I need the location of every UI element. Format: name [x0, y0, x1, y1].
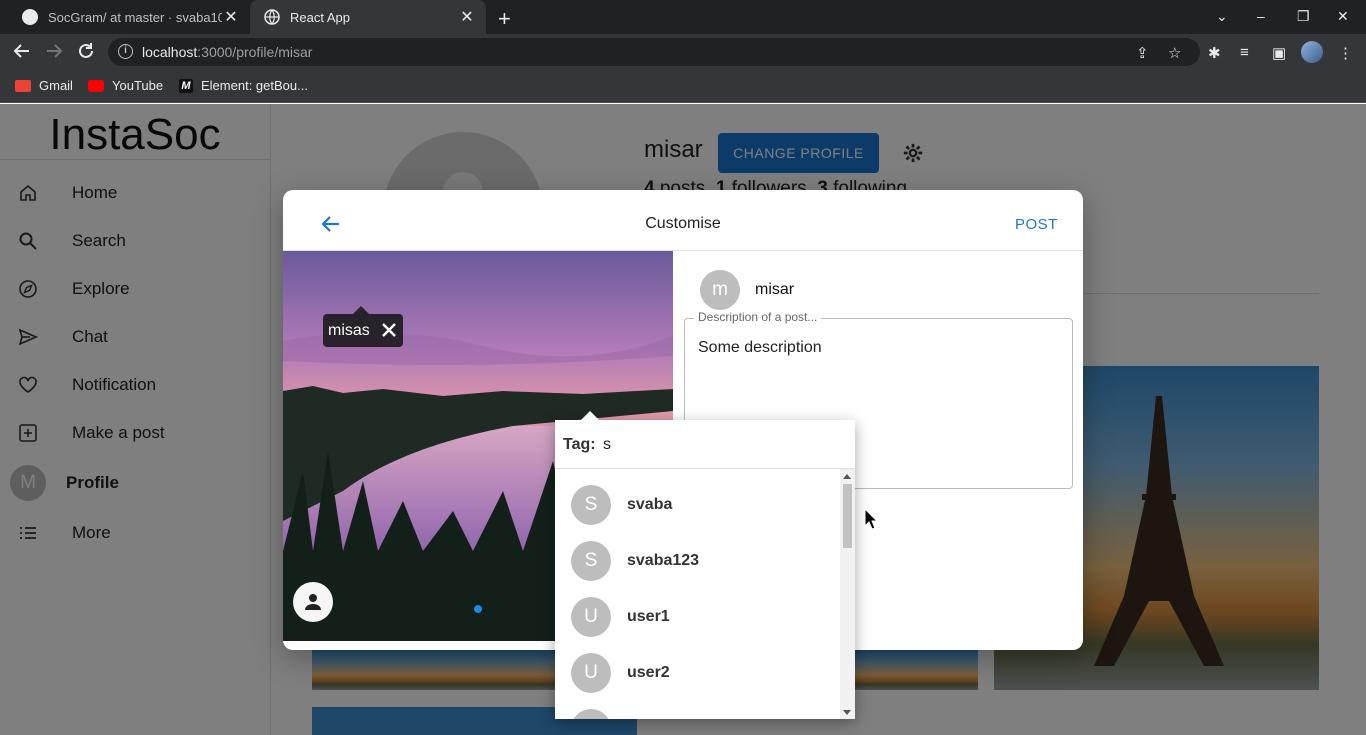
tab-search-icon[interactable]: ⌄ [1216, 8, 1228, 25]
username: misar [755, 281, 795, 298]
chrome-menu-icon[interactable]: ⋮ [1338, 44, 1353, 62]
bookmark-gmail[interactable]: Gmail [15, 78, 73, 93]
avatar: S [571, 541, 611, 581]
result-username: user2 [627, 664, 670, 681]
user-tag-chip[interactable]: misas [323, 306, 403, 347]
list-item[interactable]: S svaba [555, 477, 840, 533]
github-favicon-icon [22, 9, 38, 25]
result-username: user1 [627, 608, 670, 625]
list-item[interactable]: S svaba123 [555, 533, 840, 589]
list-item[interactable]: U user1 [555, 589, 840, 645]
minimize-icon[interactable]: – [1257, 8, 1265, 24]
gmail-icon [15, 79, 31, 92]
result-username: svaba123 [627, 552, 700, 569]
tag-people-button[interactable] [293, 582, 333, 622]
modal-title: Customise [645, 215, 721, 232]
close-tab-icon[interactable]: ✕ [222, 7, 240, 27]
tag-search-popup: Tag: S svaba S svaba123 U user1 U user2 … [555, 411, 855, 719]
mouse-cursor-icon [864, 508, 878, 530]
bookmark-label: YouTube [112, 78, 164, 93]
globe-icon [264, 9, 280, 25]
avatar: m [700, 270, 740, 310]
scroll-thumb[interactable] [843, 484, 852, 548]
person-icon [305, 594, 321, 610]
tag-results-list: S svaba S svaba123 U user1 U user2 U [555, 469, 840, 719]
close-icon[interactable] [379, 320, 399, 340]
tag-username: misas [328, 321, 370, 339]
results-scrollbar[interactable] [840, 469, 855, 719]
avatar: U [571, 653, 611, 693]
bookmark-youtube[interactable]: YouTube [88, 78, 163, 93]
bookmark-label: Element: getBou... [201, 78, 308, 93]
reload-icon[interactable] [77, 42, 95, 63]
scroll-up-icon[interactable] [843, 474, 851, 479]
chrome-profile-avatar[interactable] [1301, 41, 1323, 63]
bookmark-label: Gmail [39, 78, 73, 93]
avatar: U [571, 709, 611, 719]
tab-title: SocGram/ at master · svaba10 [48, 9, 222, 25]
avatar: U [571, 597, 611, 637]
share-icon[interactable]: ⇪ [1136, 44, 1149, 62]
browser-toolbar: i localhost:3000/profile/misar ⇪ ☆ ✱ ≡ ▣… [0, 34, 1366, 70]
site-info-icon[interactable]: i [118, 44, 133, 59]
tag-label: Tag: [563, 436, 596, 453]
description-value: Some description [698, 339, 822, 356]
description-label: Description of a post... [694, 310, 822, 324]
forward-icon[interactable] [45, 42, 63, 63]
post-button[interactable]: POST [1015, 216, 1058, 233]
back-icon[interactable] [13, 42, 31, 63]
restore-icon[interactable]: ❐ [1297, 8, 1310, 25]
side-panel-icon[interactable]: ▣ [1272, 44, 1286, 62]
browser-tab-react-app[interactable]: React App ✕ [250, 0, 486, 34]
bookmark-element[interactable]: M Element: getBou... [179, 78, 308, 93]
browser-tab-bar: SocGram/ at master · svaba10 ✕ React App… [0, 0, 1366, 34]
tab-title: React App [290, 9, 350, 25]
list-item[interactable]: U [555, 701, 840, 719]
bookmark-star-icon[interactable]: ☆ [1168, 44, 1181, 62]
result-username: svaba [627, 496, 673, 513]
close-tab-icon[interactable]: ✕ [458, 7, 476, 27]
url-text: localhost:3000/profile/misar [142, 44, 313, 60]
tag-search-input[interactable] [603, 434, 843, 456]
media-icon[interactable]: ≡ [1240, 44, 1249, 61]
scroll-down-icon[interactable] [843, 710, 851, 715]
youtube-icon [88, 79, 104, 92]
close-window-icon[interactable]: ✕ [1337, 8, 1349, 25]
element-icon: M [179, 78, 193, 93]
new-tab-button[interactable]: + [498, 6, 511, 32]
extensions-icon[interactable]: ✱ [1208, 44, 1221, 62]
address-bar[interactable]: i localhost:3000/profile/misar [108, 38, 1200, 66]
carousel-indicator-dot[interactable] [474, 605, 482, 613]
browser-tab-github[interactable]: SocGram/ at master · svaba10 ✕ [8, 0, 250, 34]
modal-header: Customise POST [283, 190, 1083, 251]
avatar: S [571, 485, 611, 525]
bookmarks-bar: Gmail YouTube M Element: getBou... [0, 70, 1366, 103]
list-item[interactable]: U user2 [555, 645, 840, 701]
